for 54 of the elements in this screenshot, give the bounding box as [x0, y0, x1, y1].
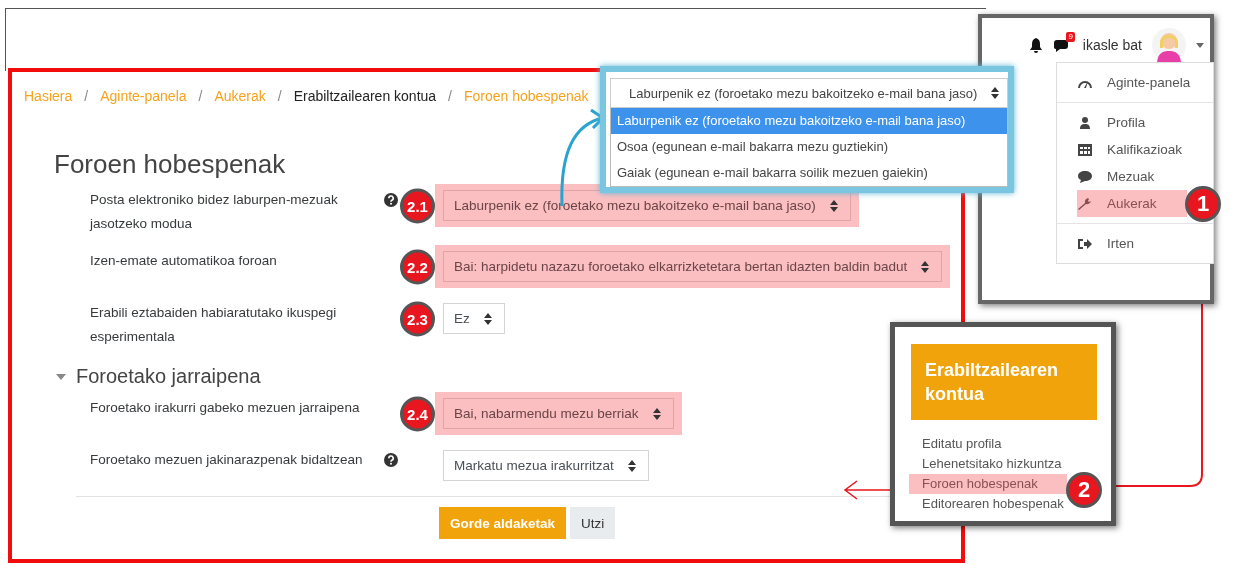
step-badge: 2.4 [400, 396, 435, 431]
breadcrumb-separator: / [448, 88, 452, 104]
nav-link[interactable]: Editatu profila [909, 434, 1067, 454]
user-icon [1077, 115, 1093, 130]
nav-link[interactable]: Lehenetsitako hizkuntza [909, 454, 1067, 474]
step-badge: 2.1 [400, 188, 435, 223]
field-label: Foroetako mezuen jakinarazpenak bidaltzean [90, 451, 364, 469]
sort-arrows-icon [991, 87, 1000, 99]
menu-item[interactable]: Aginte-panela [1057, 69, 1213, 103]
select-field[interactable]: Markatu mezua irakurritzat [443, 450, 649, 481]
chat-icon[interactable] [1052, 37, 1071, 53]
comment-icon [1077, 169, 1093, 184]
breadcrumb-separator: / [84, 88, 89, 104]
sort-arrows-icon [829, 199, 838, 212]
step-badge: 2 [1066, 472, 1102, 508]
field-label: Izen-emate automatikoa foroan [90, 252, 278, 270]
sort-arrows-icon [483, 312, 492, 325]
nav-link[interactable]: Foroen hobespenak [909, 474, 1067, 494]
help-icon[interactable] [384, 453, 398, 467]
nav-link[interactable]: Editorearen hobespenak [909, 494, 1067, 514]
menu-item[interactable]: Kalifikazioak [1063, 136, 1193, 163]
select-field[interactable]: Bai: harpidetu nazazu foroetako elkarrizketetara bertan idazten baldin badut [443, 251, 943, 282]
avatar[interactable] [1152, 28, 1186, 62]
menu-item[interactable]: Irten [1063, 230, 1193, 257]
field-label: Foroetako irakurri gabeko mezuen jarraipena [90, 399, 361, 417]
section-title: Foroetako jarraipena [76, 365, 261, 388]
wrench-icon [1077, 196, 1093, 211]
block-header: Erabiltzailearen kontua [911, 344, 1097, 420]
dropdown-option[interactable]: Osoa (egunean e-mail bakarra mezu guztiekin) [611, 134, 1008, 160]
select-field[interactable]: Ez [443, 303, 505, 334]
field-label: Erabili eztabaiden habiaratutako ikuspegi esperimentala [90, 304, 338, 346]
page-title: Foroen hobespenak [54, 148, 286, 180]
sort-arrows-icon [652, 407, 661, 420]
select-field[interactable]: Bai, nabarmendu mezu berriak [443, 398, 674, 429]
step-badge: 2.2 [400, 249, 435, 284]
caret-icon[interactable] [56, 373, 66, 380]
message-count: 9 [1066, 31, 1075, 42]
table-icon [1077, 142, 1093, 157]
cancel-button[interactable]: Utzi [570, 507, 616, 539]
step-badge: 2.3 [400, 301, 435, 336]
sort-arrows-icon [921, 260, 930, 273]
field-label: Posta elektroniko bidez laburpen-mezuak jasotzeko modua [90, 191, 339, 233]
menu-item[interactable]: Profila [1063, 109, 1193, 136]
breadcrumb-current: Erabiltzailearen kontua [293, 88, 437, 104]
caret-icon[interactable] [1196, 42, 1204, 48]
signout-icon [1077, 236, 1093, 251]
user-name[interactable]: ikasle bat [1082, 37, 1142, 53]
select-field[interactable]: Laburpenik ez (foroetako mezu bakoitzeko e-mail bana jaso) [610, 78, 1009, 108]
help-icon[interactable] [384, 193, 398, 207]
dropdown-option[interactable]: Gaiak (egunean e-mail bakarra soilik mezuen gaiekin) [611, 160, 1008, 186]
sort-arrows-icon [627, 459, 636, 472]
breadcrumb-separator: / [277, 88, 282, 104]
breadcrumb-separator: / [198, 88, 203, 104]
bell-icon[interactable] [1028, 37, 1043, 53]
